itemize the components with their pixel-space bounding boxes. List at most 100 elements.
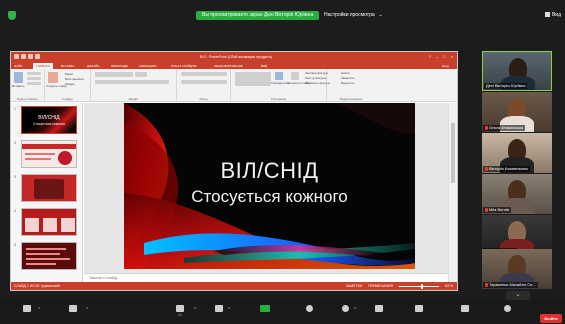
slide-title: ВІЛ/СНІД <box>220 158 319 183</box>
window-controls: ? – □ × <box>429 53 453 61</box>
zoom-percent[interactable]: 63 % <box>445 282 453 290</box>
undo-icon[interactable] <box>21 54 26 59</box>
slide-thumbnail-3[interactable]: 3 <box>13 174 81 202</box>
current-slide[interactable]: ВІЛ/СНІД Стосується кожного <box>124 103 415 269</box>
mute-button[interactable] <box>20 305 34 319</box>
align-buttons[interactable] <box>181 80 227 84</box>
drawing-group-label: Рисование <box>270 97 287 101</box>
slide-thumbnail-1[interactable]: 1 ВІЛ/СНІД Стосується кожного <box>13 106 81 134</box>
replace-button[interactable]: Заменить <box>341 76 354 80</box>
font-size-select[interactable] <box>135 72 147 77</box>
save-icon[interactable] <box>14 54 19 59</box>
more-participants-chevron-icon[interactable]: ⌄ <box>506 291 530 300</box>
present-icon[interactable] <box>35 54 40 59</box>
find-button[interactable]: Найти <box>341 71 350 75</box>
security-shield-icon[interactable] <box>8 11 16 20</box>
record-button[interactable] <box>302 305 316 319</box>
mic-muted-icon <box>485 282 488 287</box>
chat-button[interactable] <box>212 305 226 319</box>
share-screen-button[interactable] <box>258 305 272 319</box>
redo-icon[interactable] <box>28 54 33 59</box>
status-left: СЛАЙД 1 ИЗ 30 украинский <box>14 282 60 290</box>
participant-name-row: Вікторія Кожевнікова <box>483 166 530 172</box>
shape-outline-button[interactable]: Контур фигуры <box>305 76 326 80</box>
participant-tile-3[interactable]: Вікторія Кожевнікова <box>482 133 552 173</box>
thumb-number: 3 <box>14 175 16 179</box>
participant-tile-2[interactable]: Ольга Атаманська <box>482 92 552 132</box>
reactions-button[interactable] <box>338 305 352 319</box>
view-options-button[interactable]: Настройки просмотра ⌄ <box>324 11 383 20</box>
font-group-label: Шрифт <box>128 97 139 101</box>
mic-muted-icon <box>485 207 488 212</box>
slides-group-label: Слайды <box>61 97 74 101</box>
layout-button[interactable]: Макет <box>65 72 74 76</box>
paste-icon[interactable] <box>14 72 23 83</box>
format-painter-icon[interactable] <box>27 82 41 85</box>
copy-icon[interactable] <box>27 77 41 80</box>
vertical-scrollbar[interactable] <box>448 103 457 283</box>
list-buttons[interactable] <box>181 72 227 76</box>
paragraph-group-label: Абзац <box>199 97 208 101</box>
participants-button[interactable]: 41 <box>168 305 192 319</box>
video-options-caret-icon[interactable]: ^ <box>86 307 88 313</box>
quick-access-toolbar <box>14 54 40 60</box>
slide-thumbnail-2[interactable]: 2 <box>13 140 81 168</box>
view-toggle-button[interactable]: Вид <box>544 11 561 20</box>
font-format-buttons[interactable] <box>95 80 169 84</box>
camera-icon <box>69 305 77 312</box>
thumb-preview <box>21 174 77 202</box>
notes-button[interactable] <box>458 305 472 319</box>
minimize-icon[interactable]: – <box>436 53 438 61</box>
chat-caret-icon[interactable]: ^ <box>228 307 230 313</box>
scrollbar-thumb[interactable] <box>451 123 455 183</box>
participants-caret-icon[interactable]: ^ <box>194 307 196 313</box>
participant-name-row: Ольга Атаманська <box>483 125 526 131</box>
select-button[interactable]: Выделить <box>341 81 355 85</box>
font-family-select[interactable] <box>95 72 133 77</box>
audio-options-caret-icon[interactable]: ^ <box>38 307 40 313</box>
new-slide-icon[interactable] <box>48 72 58 83</box>
ribbon: Вставить Буфер обмена Создать слайд Маке… <box>11 69 457 102</box>
quick-styles-icon[interactable] <box>291 72 299 80</box>
slide-thumbnail-4[interactable]: 4 <box>13 208 81 236</box>
apps-icon <box>375 305 383 312</box>
slide-counter: СЛАЙД 1 ИЗ 30 <box>14 284 40 288</box>
thumb-preview <box>21 208 77 236</box>
thumb-title: ВІЛ/СНІД <box>38 115 60 121</box>
comments-toggle[interactable]: ПРИМЕЧАНИЯ <box>368 282 393 290</box>
leave-button[interactable]: Выйти <box>540 314 562 323</box>
slide-thumbnail-5[interactable]: 5 <box>13 242 81 270</box>
whiteboard-button[interactable] <box>412 305 426 319</box>
maximize-icon[interactable]: □ <box>443 53 445 61</box>
participant-name-row: Тарасенко Михайло Се... <box>483 282 538 288</box>
chat-icon <box>215 305 223 312</box>
more-button[interactable] <box>500 305 514 319</box>
notes-toggle[interactable]: ЗАМЕТКИ <box>346 282 362 290</box>
section-button[interactable]: Раздел <box>65 82 75 86</box>
zoom-window: Вы просматриваете экран Дехі Вікторія Юр… <box>0 0 565 324</box>
shape-fill-button[interactable]: Заливка фигуры <box>305 71 328 75</box>
slide-thumbnails-pane: 1 ВІЛ/СНІД Стосується кожного 2 3 4 5 <box>11 103 83 283</box>
language-indicator[interactable]: украинский <box>41 284 59 288</box>
thumb-preview: ВІЛ/СНІД Стосується кожного <box>21 106 77 134</box>
participant-tile-1[interactable]: Дехі Вікторія Юріївна <box>482 51 552 91</box>
participant-tile-6[interactable]: Тарасенко Михайло Се... <box>482 249 552 289</box>
paragraph-group: Абзац <box>177 69 231 102</box>
participant-tile-4[interactable]: Mila Bunda <box>482 174 552 214</box>
reactions-caret-icon[interactable]: ^ <box>354 307 356 313</box>
microphone-icon <box>23 305 31 312</box>
apps-button[interactable] <box>372 305 386 319</box>
video-button[interactable] <box>66 305 80 319</box>
shapes-gallery[interactable] <box>235 72 271 86</box>
participant-name: Ольга Атаманська <box>489 125 524 130</box>
close-icon[interactable]: × <box>451 53 453 61</box>
participant-name: Дехі Вікторія Юріївна <box>484 83 528 89</box>
thumb-number: 5 <box>14 243 16 247</box>
cut-icon[interactable] <box>27 72 41 75</box>
help-icon[interactable]: ? <box>429 53 431 61</box>
reset-button[interactable]: Восстановить <box>65 77 84 81</box>
thumb-preview <box>21 242 77 270</box>
arrange-icon[interactable] <box>275 72 283 80</box>
notes-icon <box>461 305 469 312</box>
zoom-slider[interactable] <box>399 283 440 289</box>
